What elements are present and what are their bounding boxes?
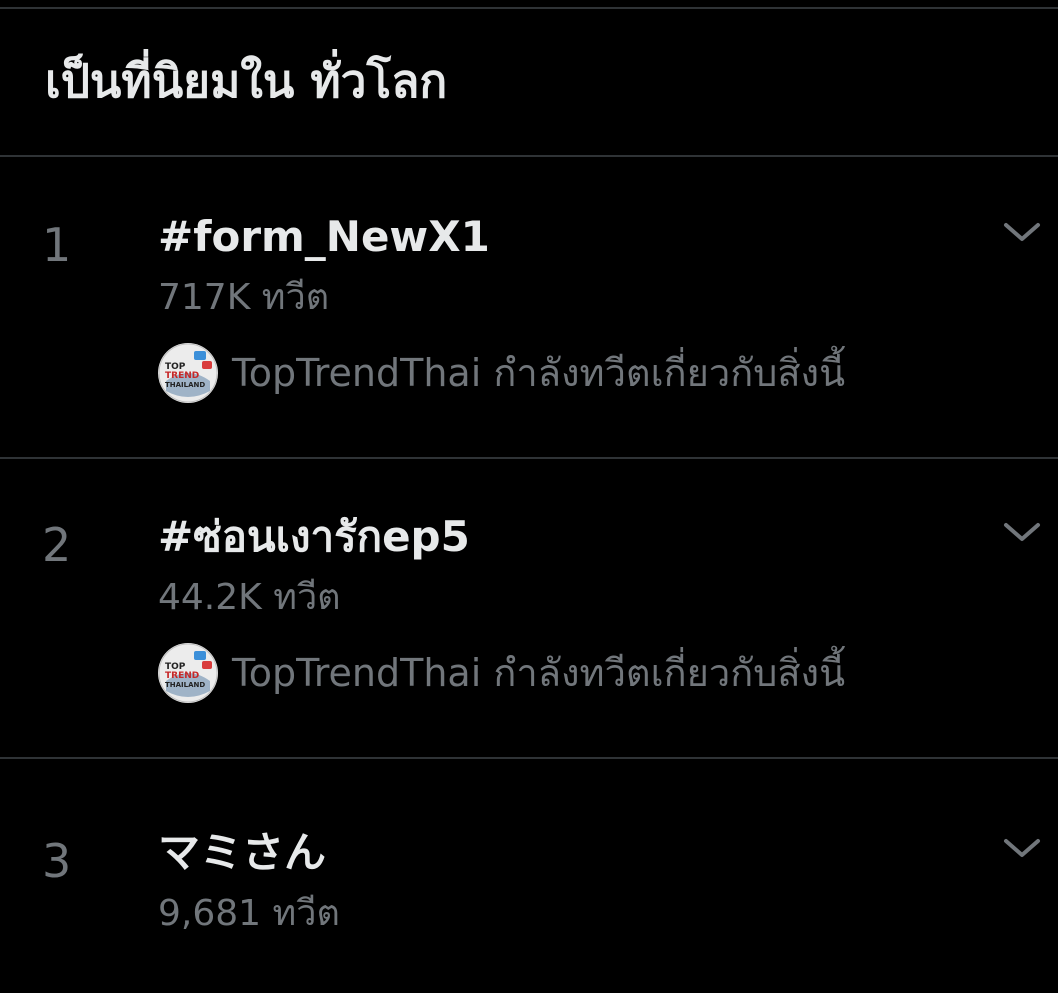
- svg-text:TREND: TREND: [165, 671, 199, 681]
- trend-item-3[interactable]: 3 マミさん 9,681 ทวีต: [0, 761, 1058, 993]
- svg-text:THAILAND: THAILAND: [165, 381, 205, 389]
- chevron-down-icon[interactable]: [1000, 517, 1044, 547]
- trend-rank: 1: [42, 218, 72, 272]
- chevron-down-icon[interactable]: [1000, 217, 1044, 247]
- trend-context[interactable]: TOP TREND THAILAND TopTrendThai กำลังทวี…: [158, 342, 845, 404]
- trend-context[interactable]: TOP TREND THAILAND TopTrendThai กำลังทวี…: [158, 642, 845, 704]
- trend-name[interactable]: #ซ่อนเงารักep5: [158, 509, 470, 565]
- trend-tweet-count: 9,681 ทวีต: [158, 893, 340, 934]
- trend-context-text: TopTrendThai กำลังทวีตเกี่ยวกับสิ่งนี้: [232, 651, 846, 695]
- trend-tweet-count: 44.2K ทวีต: [158, 577, 341, 618]
- svg-text:TREND: TREND: [165, 371, 199, 381]
- trend-context-text: TopTrendThai กำลังทวีตเกี่ยวกับสิ่งนี้: [232, 351, 846, 395]
- trend-name[interactable]: #form_NewX1: [158, 209, 490, 265]
- chevron-down-icon[interactable]: [1000, 833, 1044, 863]
- trend-rank: 2: [42, 518, 72, 572]
- toptrendthai-avatar[interactable]: TOP TREND THAILAND: [158, 343, 218, 403]
- svg-text:THAILAND: THAILAND: [165, 681, 205, 689]
- page-title: เป็นที่นิยมใน ทั่วโลก: [45, 54, 448, 108]
- trend-tweet-count: 717K ทวีต: [158, 277, 330, 318]
- trend-item-1[interactable]: 1 #form_NewX1 717K ทวีต TOP TREND THAILA…: [0, 159, 1058, 459]
- trend-item-2[interactable]: 2 #ซ่อนเงารักep5 44.2K ทวีต TOP TREND TH…: [0, 459, 1058, 759]
- trend-rank: 3: [42, 834, 72, 888]
- toptrendthai-avatar[interactable]: TOP TREND THAILAND: [158, 643, 218, 703]
- trends-header: เป็นที่นิยมใน ทั่วโลก: [0, 9, 1058, 157]
- trend-name[interactable]: マミさん: [158, 825, 326, 881]
